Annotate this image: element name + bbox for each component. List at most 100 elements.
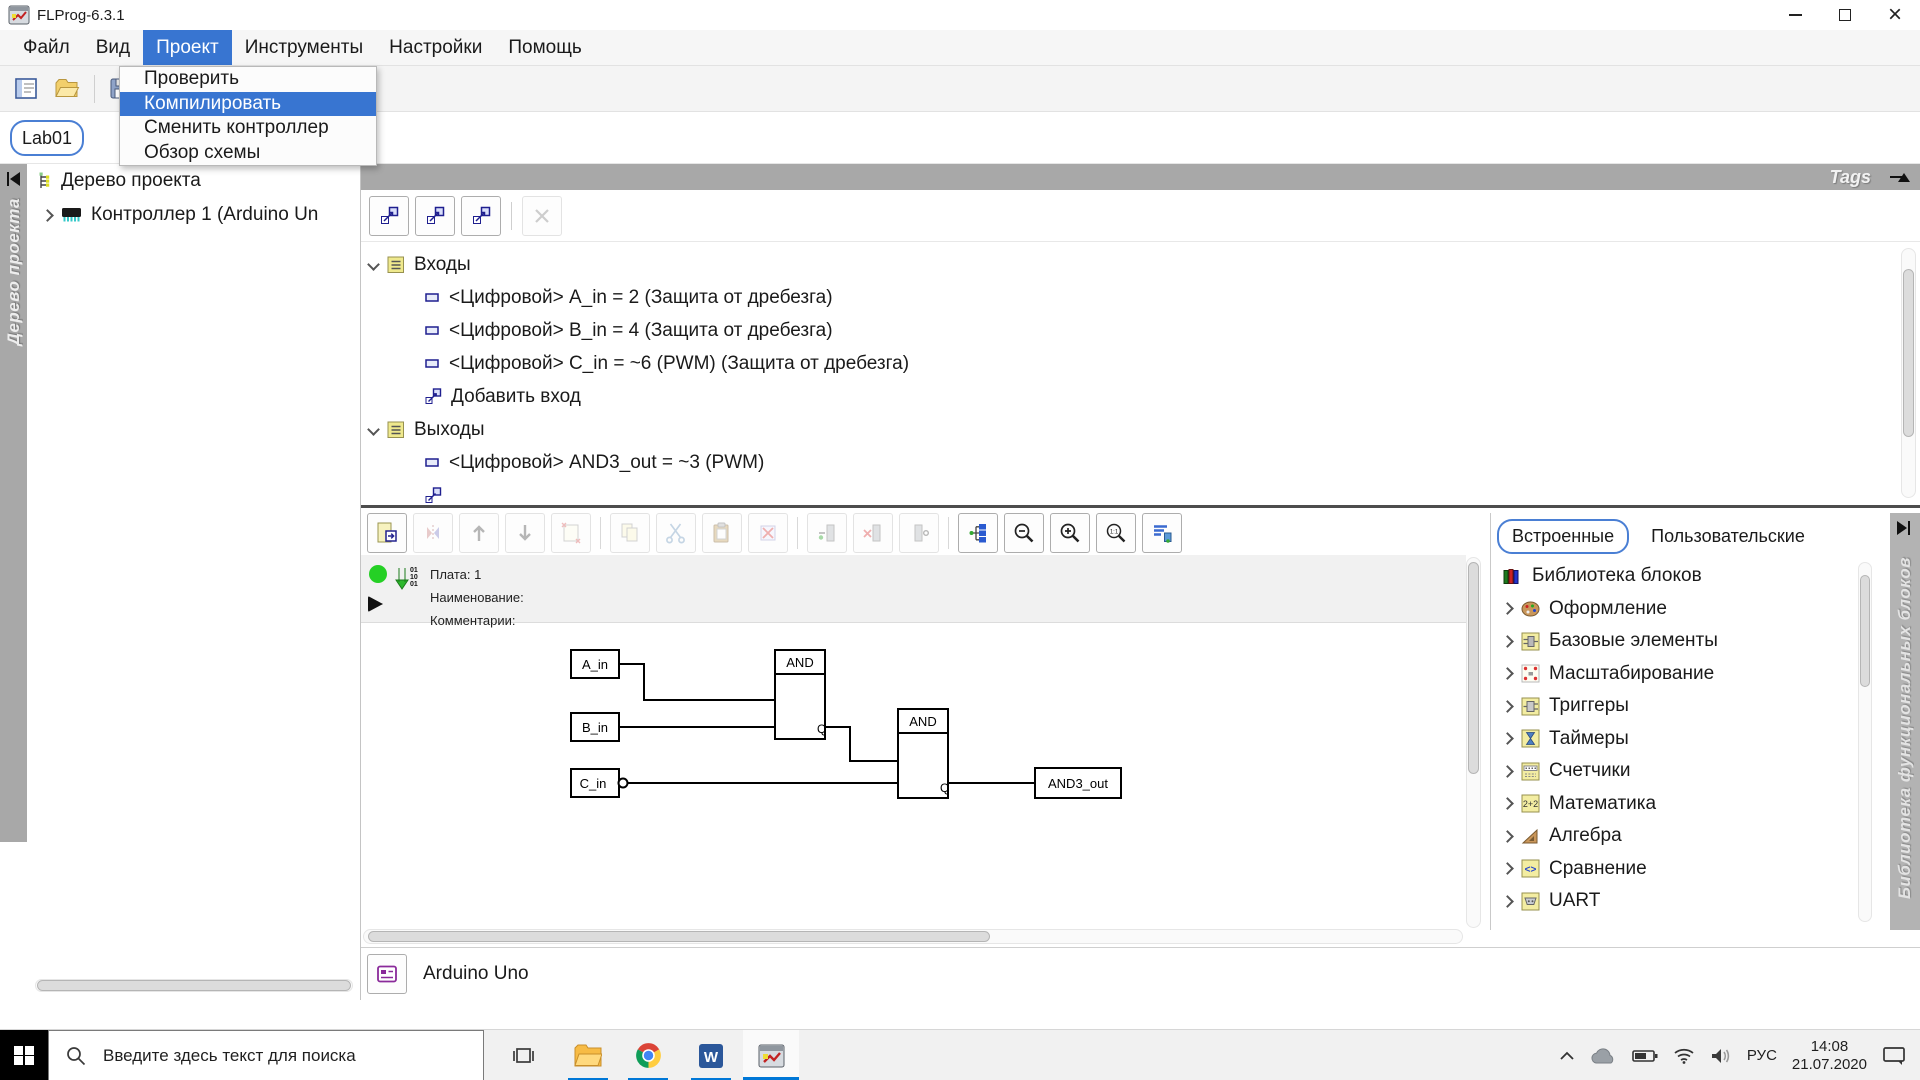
word-button[interactable]: W xyxy=(683,1030,739,1080)
menu-item-change-controller[interactable]: Сменить контроллер xyxy=(120,116,376,141)
library-vscrollbar[interactable] xyxy=(1858,562,1872,922)
hierarchy-button[interactable] xyxy=(958,513,998,553)
chevron-down-icon[interactable] xyxy=(367,423,380,436)
volume-icon[interactable] xyxy=(1710,1047,1732,1065)
input-b-row[interactable]: <Цифровой> B_in = 4 (Защита от дребезга) xyxy=(361,314,1920,347)
lib-item-compare[interactable]: <> Сравнение xyxy=(1491,853,1875,886)
inputs-section[interactable]: Входы xyxy=(361,248,1920,281)
minimize-button[interactable] xyxy=(1770,0,1820,30)
chevron-right-icon[interactable] xyxy=(1501,732,1514,745)
collapse-tags-button[interactable] xyxy=(1895,162,1910,192)
add-variable-button[interactable] xyxy=(461,196,501,236)
tab-user[interactable]: Пользовательские xyxy=(1651,526,1805,547)
lib-item-label: Счетчики xyxy=(1549,760,1630,782)
lib-item-design[interactable]: Оформление xyxy=(1491,593,1875,626)
start-button[interactable] xyxy=(0,1030,48,1080)
lib-item-scaling[interactable]: Масштабирование xyxy=(1491,658,1875,691)
lib-item-algebra[interactable]: Алгебра xyxy=(1491,820,1875,853)
tags-label: Tags xyxy=(1830,167,1871,188)
hidden-icons-chevron[interactable] xyxy=(1560,1051,1574,1060)
block-a-in: A_in xyxy=(582,657,608,672)
clipped-row[interactable] xyxy=(361,479,1920,505)
menu-project[interactable]: Проект xyxy=(143,30,232,65)
lib-item-label: Алгебра xyxy=(1549,825,1622,847)
chevron-right-icon[interactable] xyxy=(1501,830,1514,843)
onedrive-cloud-icon[interactable] xyxy=(1589,1047,1617,1065)
scheme-canvas[interactable]: 01 10 01 Плата: 1 Наименование: Коммента… xyxy=(361,555,1466,945)
controller-node[interactable]: Контроллер 1 (Arduino Un xyxy=(27,198,360,232)
gate2-label: AND xyxy=(909,714,936,729)
file-explorer-button[interactable] xyxy=(560,1030,616,1080)
chevron-right-icon[interactable] xyxy=(1501,797,1514,810)
taskbar-clock[interactable]: 14:08 21.07.2020 xyxy=(1792,1038,1867,1074)
lib-item-basic[interactable]: Базовые элементы xyxy=(1491,625,1875,658)
menu-item-scheme-overview[interactable]: Обзор схемы xyxy=(120,141,376,166)
library-root[interactable]: Библиотека блоков xyxy=(1491,560,1875,593)
add-output-button[interactable] xyxy=(415,196,455,236)
open-project-icon[interactable] xyxy=(54,78,80,99)
zoom-out-button[interactable] xyxy=(1004,513,1044,553)
paste-button xyxy=(702,513,742,553)
chevron-right-icon[interactable] xyxy=(1501,602,1514,615)
chevron-right-icon[interactable] xyxy=(41,209,54,222)
title-bar: FLProg-6.3.1 × xyxy=(0,0,1920,30)
chevron-right-icon[interactable] xyxy=(1501,667,1514,680)
lib-item-uart[interactable]: UART xyxy=(1491,885,1875,918)
new-project-icon[interactable] xyxy=(14,77,40,100)
svg-text:W: W xyxy=(704,1049,719,1066)
menu-item-compile[interactable]: Компилировать xyxy=(120,92,376,117)
chevron-down-icon[interactable] xyxy=(367,258,380,271)
tab-builtin[interactable]: Встроенные xyxy=(1497,519,1629,554)
chevron-right-icon[interactable] xyxy=(1501,765,1514,778)
toolbar-separator xyxy=(948,517,949,549)
panel-splitter[interactable] xyxy=(361,505,1920,508)
language-indicator[interactable]: РУС xyxy=(1747,1047,1777,1064)
chevron-right-icon[interactable] xyxy=(1501,895,1514,908)
scheme-drawing[interactable]: A_in B_in C_in AND AND Q Q AND3_out xyxy=(361,623,1466,930)
collapse-library-button[interactable] xyxy=(1890,513,1917,543)
menu-help[interactable]: Помощь xyxy=(495,30,594,65)
output-and3-row[interactable]: <Цифровой> AND3_out = ~3 (PWM) xyxy=(361,446,1920,479)
flprog-taskbar-button[interactable] xyxy=(743,1030,799,1080)
lib-item-timers[interactable]: Таймеры xyxy=(1491,723,1875,756)
menu-item-check[interactable]: Проверить xyxy=(120,67,376,92)
project-tree-root[interactable]: Дерево проекта xyxy=(27,164,360,198)
lib-item-triggers[interactable]: Триггеры xyxy=(1491,690,1875,723)
sort-blocks-button[interactable] xyxy=(1142,513,1182,553)
add-input-row[interactable]: Добавить вход xyxy=(361,380,1920,413)
wifi-icon[interactable] xyxy=(1673,1047,1695,1064)
menu-file[interactable]: Файл xyxy=(10,30,83,65)
close-button[interactable]: × xyxy=(1870,0,1920,30)
project-tree-strip: Дерево проекта xyxy=(0,164,27,842)
maximize-button[interactable] xyxy=(1820,0,1870,30)
project-tree-hscrollbar[interactable] xyxy=(35,979,353,992)
window-title: FLProg-6.3.1 xyxy=(37,7,125,24)
menu-view[interactable]: Вид xyxy=(83,30,143,65)
add-input-button[interactable] xyxy=(369,196,409,236)
menu-settings[interactable]: Настройки xyxy=(376,30,495,65)
chevron-right-icon[interactable] xyxy=(1501,635,1514,648)
battery-icon[interactable] xyxy=(1632,1049,1658,1063)
zoom-in-button[interactable] xyxy=(1050,513,1090,553)
zoom-actual-button[interactable]: 1:1 xyxy=(1096,513,1136,553)
input-c-row[interactable]: <Цифровой> C_in = ~6 (PWM) (Защита от др… xyxy=(361,347,1920,380)
controller-info-button[interactable] xyxy=(367,954,407,994)
io-vscrollbar[interactable] xyxy=(1901,248,1916,498)
canvas-vscrollbar[interactable] xyxy=(1466,557,1481,928)
chevron-right-icon[interactable] xyxy=(1501,862,1514,875)
action-center-icon[interactable] xyxy=(1882,1046,1906,1066)
block-element-icon xyxy=(1521,632,1540,651)
taskbar-search[interactable]: Введите здесь текст для поиска xyxy=(48,1030,484,1080)
tab-lab01[interactable]: Lab01 xyxy=(10,120,84,156)
collapse-left-panel-button[interactable] xyxy=(0,164,27,194)
lib-item-math[interactable]: 2+2 Математика xyxy=(1491,788,1875,821)
lib-item-counters[interactable]: Счетчики xyxy=(1491,755,1875,788)
canvas-hscrollbar[interactable] xyxy=(363,929,1463,944)
task-view-button[interactable] xyxy=(496,1030,552,1080)
input-a-row[interactable]: <Цифровой> A_in = 2 (Защита от дребезга) xyxy=(361,281,1920,314)
add-block-button[interactable] xyxy=(367,513,407,553)
menu-tools[interactable]: Инструменты xyxy=(232,30,376,65)
outputs-section[interactable]: Выходы xyxy=(361,413,1920,446)
chevron-right-icon[interactable] xyxy=(1501,700,1514,713)
chrome-button[interactable] xyxy=(620,1030,676,1080)
